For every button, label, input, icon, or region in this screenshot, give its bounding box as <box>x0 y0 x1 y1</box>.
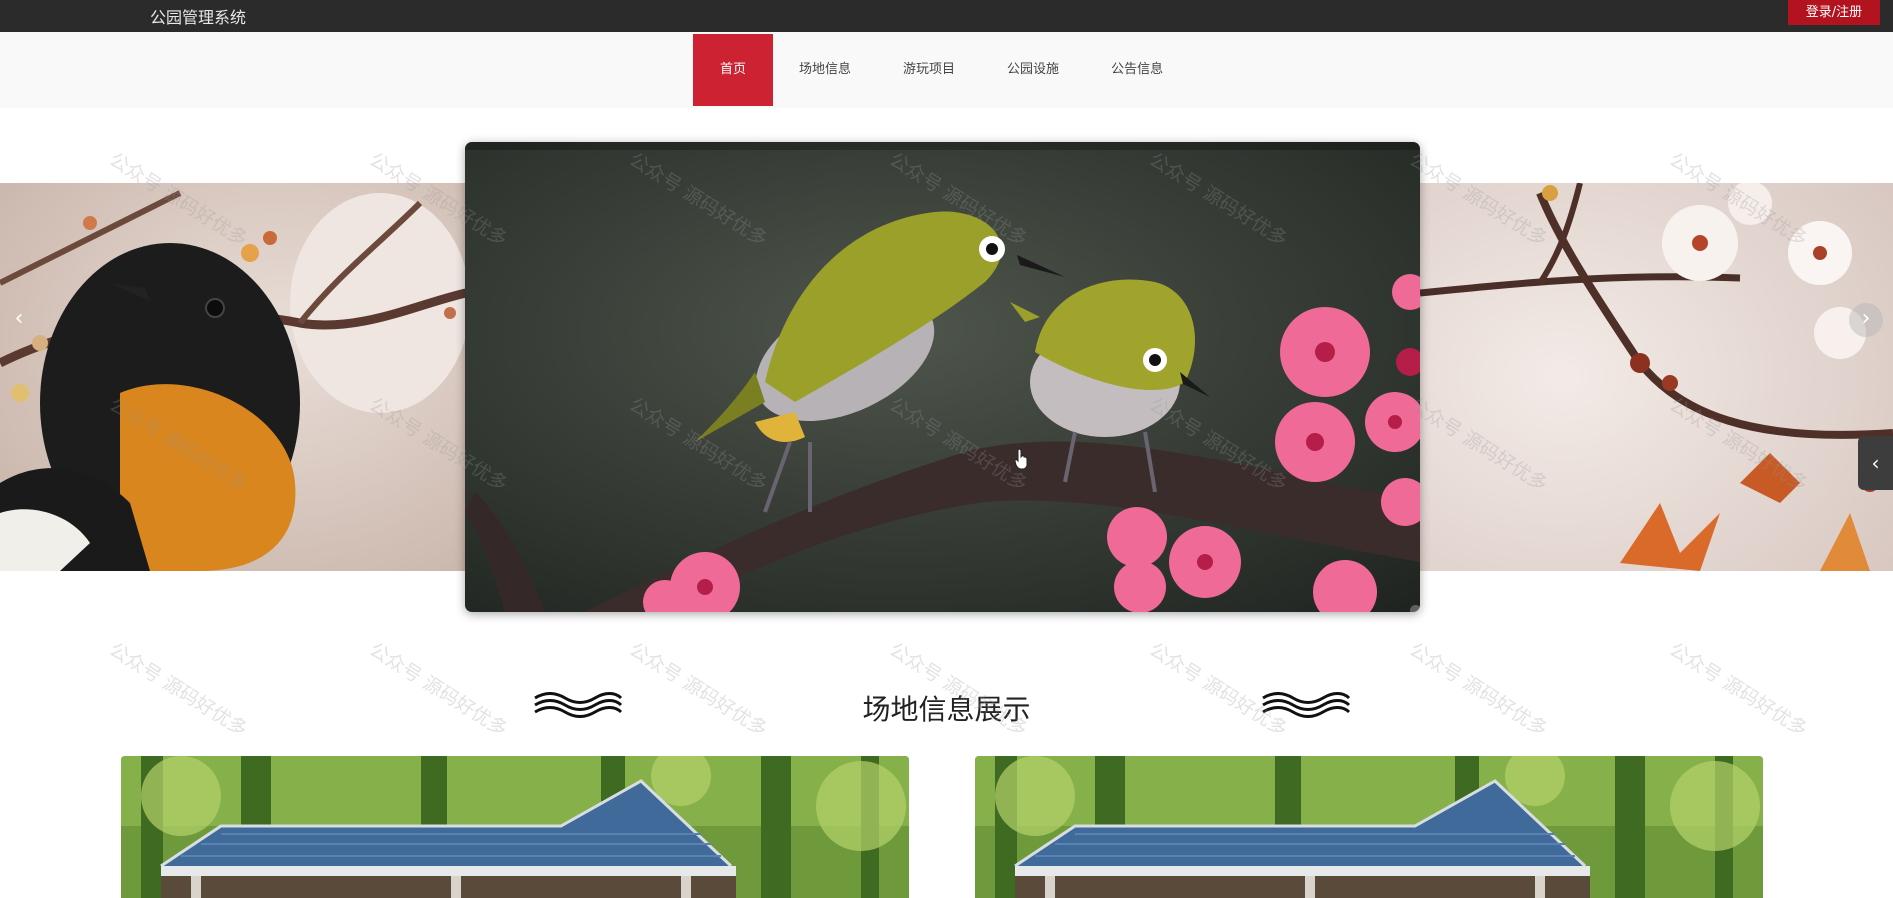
section-heading: 场地信息展示 <box>0 680 1893 730</box>
venue-card[interactable] <box>121 756 909 898</box>
chevron-left-icon[interactable]: ‹ <box>2 303 36 337</box>
nav-item-announcements[interactable]: 公告信息 <box>1085 34 1189 106</box>
nav-item-attractions[interactable]: 游玩项目 <box>877 34 981 106</box>
venue-card[interactable] <box>975 756 1763 898</box>
login-register-button[interactable]: 登录/注册 <box>1788 0 1880 25</box>
site-title: 公园管理系统 <box>150 8 247 27</box>
pavilion-image <box>121 756 909 898</box>
mouse-pointer-icon <box>1015 448 1028 470</box>
carousel-slide-active[interactable] <box>465 142 1420 612</box>
white-eye-birds-image <box>465 142 1420 612</box>
wave-decoration-icon <box>1262 692 1351 718</box>
carousel-dot-1[interactable] <box>1410 605 1420 612</box>
banner-carousel: ‹ › ‹ <box>0 108 1893 648</box>
nav-item-facilities[interactable]: 公园设施 <box>981 34 1085 106</box>
main-nav: 首页 场地信息 游玩项目 公园设施 公告信息 <box>0 32 1893 108</box>
robin-bird-image <box>0 183 466 571</box>
top-bar: 公园管理系统 登录/注册 <box>0 0 1893 32</box>
nav-item-home[interactable]: 首页 <box>693 34 774 106</box>
chevron-left-icon: ‹ <box>1871 451 1880 475</box>
plum-blossom-image <box>1420 183 1893 571</box>
carousel-slide-prev[interactable] <box>0 183 466 571</box>
chevron-right-icon[interactable]: › <box>1849 303 1883 337</box>
carousel-pagination <box>1410 605 1420 612</box>
side-panel-toggle[interactable]: ‹ <box>1858 436 1893 490</box>
nav-item-venue-info[interactable]: 场地信息 <box>773 34 877 106</box>
carousel-slide-next[interactable] <box>1420 183 1893 571</box>
pavilion-image <box>975 756 1763 898</box>
section-title: 场地信息展示 <box>862 693 1031 726</box>
